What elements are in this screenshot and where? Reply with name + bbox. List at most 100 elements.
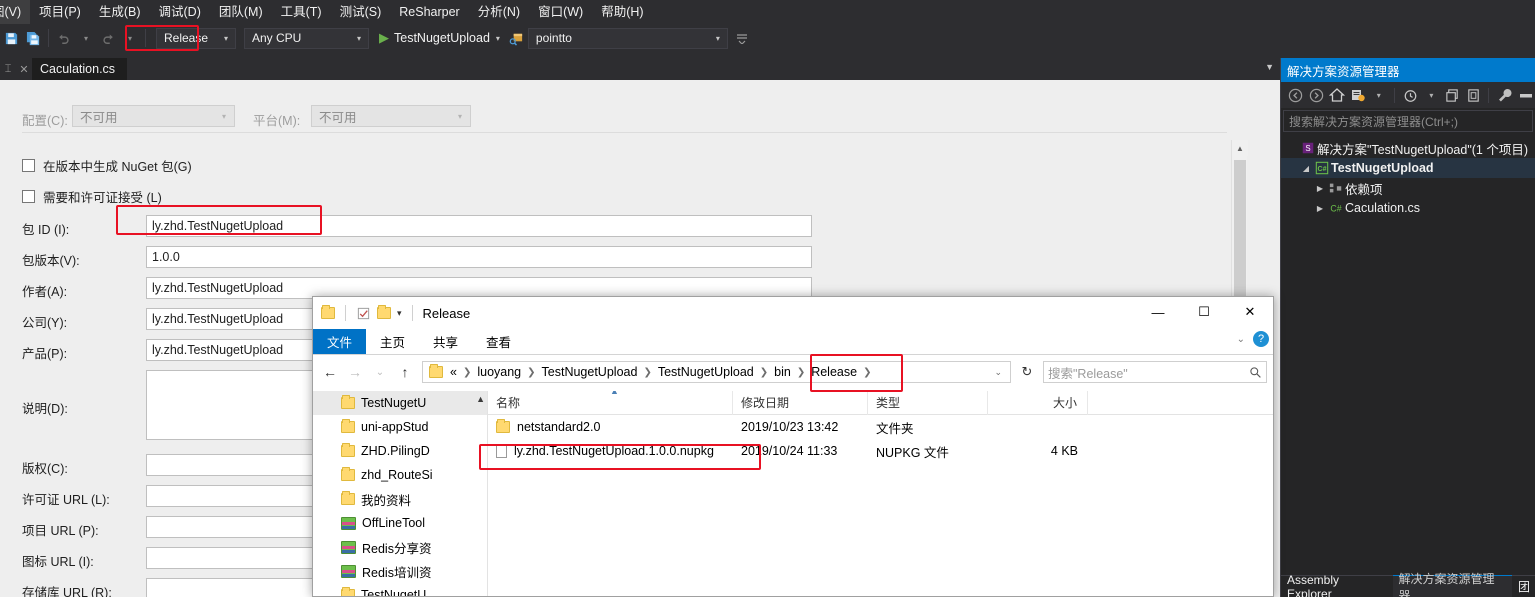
preview-selected-items-icon[interactable]: [1516, 85, 1535, 106]
nav-tree-item-3[interactable]: zhd_RouteSi: [313, 463, 487, 487]
solution-tree-node-1[interactable]: ◢ C# TestNugetUpload: [1281, 158, 1535, 178]
menu-item-3[interactable]: 调试(D): [150, 0, 210, 24]
back-arrow-icon[interactable]: ←: [319, 361, 341, 383]
menu-item-10[interactable]: 帮助(H): [592, 0, 652, 24]
up-arrow-icon[interactable]: ↑: [394, 361, 416, 383]
nav-tree-item-5[interactable]: OffLineTool: [313, 511, 487, 535]
breadcrumb-item-1[interactable]: luoyang: [474, 365, 524, 379]
pending-changes-icon[interactable]: [1401, 85, 1420, 106]
breadcrumb-item-3[interactable]: TestNugetUpload: [655, 365, 757, 379]
breadcrumb-item-4[interactable]: bin: [771, 365, 794, 379]
checkbox-row-1[interactable]: 需要和许可证接受 (L): [22, 187, 162, 206]
forward-icon[interactable]: [1307, 85, 1326, 106]
nav-tree-item-8[interactable]: TestNugetU: [313, 583, 487, 596]
breadcrumb-separator[interactable]: ❯: [860, 367, 874, 378]
search-icon[interactable]: [1249, 366, 1262, 379]
pointto-combo[interactable]: pointto ▾: [527, 27, 728, 49]
chevron-down-icon[interactable]: ▾: [1422, 85, 1441, 106]
file-row-0[interactable]: netstandard2.0 2019/10/23 13:42 文件夹: [488, 415, 1273, 439]
breadcrumb-item-0[interactable]: «: [447, 365, 460, 379]
start-debug-button[interactable]: ▶ TestNugetUpload ▾: [379, 30, 506, 46]
toolbar-overflow-icon[interactable]: [732, 27, 752, 49]
chevron-right-icon[interactable]: ▶: [1313, 204, 1327, 213]
maximize-button[interactable]: ☐: [1181, 297, 1227, 327]
menu-item-1[interactable]: 项目(P): [30, 0, 90, 24]
ribbon-tab-2[interactable]: 共享: [419, 329, 472, 354]
customize-quick-access-chevron-icon[interactable]: ▾: [397, 308, 402, 319]
nav-tree-item-6[interactable]: Redis分享资: [313, 535, 487, 559]
solution-panel-tab-2[interactable]: 团: [1512, 575, 1535, 597]
solution-configurations-combo[interactable]: Release ▾: [156, 27, 236, 49]
back-icon[interactable]: [1286, 85, 1305, 106]
save-icon[interactable]: [1, 27, 21, 49]
refresh-icon[interactable]: ↻: [1017, 362, 1037, 382]
nav-tree-item-4[interactable]: 我的资料: [313, 487, 487, 511]
chevron-down-icon[interactable]: ▾: [1369, 85, 1388, 106]
scroll-up-icon[interactable]: ▲: [476, 394, 485, 404]
column-header-3[interactable]: 大小: [988, 391, 1088, 415]
chevron-down-icon[interactable]: ▾: [490, 34, 506, 43]
solution-panel-tab-1[interactable]: 解决方案资源管理器: [1392, 572, 1513, 597]
folder-icon[interactable]: [321, 305, 335, 319]
scrollbar-thumb[interactable]: [1234, 160, 1246, 308]
column-header-0[interactable]: 名称 ▲: [488, 391, 733, 415]
solution-tree-node-3[interactable]: ▶ C# Caculation.cs: [1281, 198, 1535, 218]
recent-locations-chevron-icon[interactable]: ⌄: [369, 361, 391, 383]
file-row-1[interactable]: ly.zhd.TestNugetUpload.1.0.0.nupkg 2019/1…: [488, 439, 1273, 463]
collapse-all-icon[interactable]: [1443, 85, 1462, 106]
breadcrumb-item-5[interactable]: Release: [808, 365, 860, 379]
menu-item-4[interactable]: 团队(M): [210, 0, 272, 24]
address-bar[interactable]: «❯ luoyang ❯ TestNugetUpload ❯ TestNugetUploa…: [422, 361, 1011, 383]
chevron-right-icon[interactable]: ▶: [1313, 184, 1327, 193]
field-input[interactable]: ly.zhd.TestNugetUpload: [146, 215, 812, 237]
breadcrumb-item-2[interactable]: TestNugetUpload: [539, 365, 641, 379]
pin-icon[interactable]: ⌶: [0, 61, 16, 77]
ribbon-tab-1[interactable]: 主页: [366, 329, 419, 354]
chevron-down-icon[interactable]: ⌄: [988, 367, 1008, 378]
solution-panel-tab-0[interactable]: Assembly Explorer: [1281, 573, 1393, 597]
checkbox-row-0[interactable]: 在版本中生成 NuGet 包(G): [22, 156, 192, 175]
solution-tree-node-2[interactable]: ▶ 依赖项: [1281, 178, 1535, 198]
menu-item-9[interactable]: 窗口(W): [529, 0, 592, 24]
solution-platforms-combo[interactable]: Any CPU ▾: [244, 27, 369, 49]
properties-checkbox-icon[interactable]: [356, 306, 371, 321]
close-button[interactable]: ✕: [1227, 297, 1273, 327]
properties-wrench-icon[interactable]: [1495, 85, 1514, 106]
menu-item-7[interactable]: ReSharper: [390, 0, 468, 24]
forward-arrow-icon[interactable]: →: [344, 361, 366, 383]
nav-tree-item-7[interactable]: Redis培训资: [313, 559, 487, 583]
ribbon-tab-3[interactable]: 查看: [472, 329, 525, 354]
scroll-up-icon[interactable]: ▲: [1232, 140, 1248, 156]
minimize-button[interactable]: —: [1135, 297, 1181, 327]
document-tab-caculation-cs[interactable]: Caculation.cs: [32, 58, 128, 80]
solution-tree-node-0[interactable]: S 解决方案"TestNugetUpload"(1 个项目): [1281, 138, 1535, 158]
ribbon-tab-0[interactable]: 文件: [313, 329, 367, 354]
menu-item-2[interactable]: 生成(B): [90, 0, 150, 24]
sync-with-active-document-icon[interactable]: [1349, 85, 1368, 106]
column-header-1[interactable]: 修改日期: [733, 391, 868, 415]
help-icon[interactable]: ?: [1253, 331, 1269, 347]
undo-dropdown-icon[interactable]: ▾: [76, 27, 96, 49]
save-all-icon[interactable]: [23, 27, 43, 49]
field-input[interactable]: 1.0.0: [146, 246, 812, 268]
menu-item-0[interactable]: 图(V): [0, 0, 31, 24]
redo-icon[interactable]: [98, 27, 118, 49]
undo-icon[interactable]: [54, 27, 74, 49]
show-all-files-icon[interactable]: [1464, 85, 1483, 106]
close-icon[interactable]: ✕: [16, 61, 32, 77]
checkbox-input[interactable]: [22, 190, 35, 203]
checkbox-input[interactable]: [22, 159, 35, 172]
column-header-2[interactable]: 类型: [868, 391, 988, 415]
menu-item-6[interactable]: 测试(S): [331, 0, 391, 24]
nav-tree-item-2[interactable]: ZHD.PilingD: [313, 439, 487, 463]
nav-tree-item-1[interactable]: uni-appStud: [313, 415, 487, 439]
chevron-down-icon[interactable]: ◢: [1299, 164, 1313, 173]
search-input[interactable]: 搜索"Release": [1043, 361, 1267, 383]
chevron-down-icon[interactable]: ▼: [1265, 62, 1274, 72]
menu-item-5[interactable]: 工具(T): [272, 0, 331, 24]
nav-tree-item-0[interactable]: TestNugetU: [313, 391, 487, 415]
new-folder-icon[interactable]: [377, 305, 391, 319]
menu-item-8[interactable]: 分析(N): [469, 0, 529, 24]
solution-explorer-search-input[interactable]: 搜索解决方案资源管理器(Ctrl+;): [1283, 110, 1533, 132]
redo-dropdown-icon[interactable]: ▾: [120, 27, 140, 49]
